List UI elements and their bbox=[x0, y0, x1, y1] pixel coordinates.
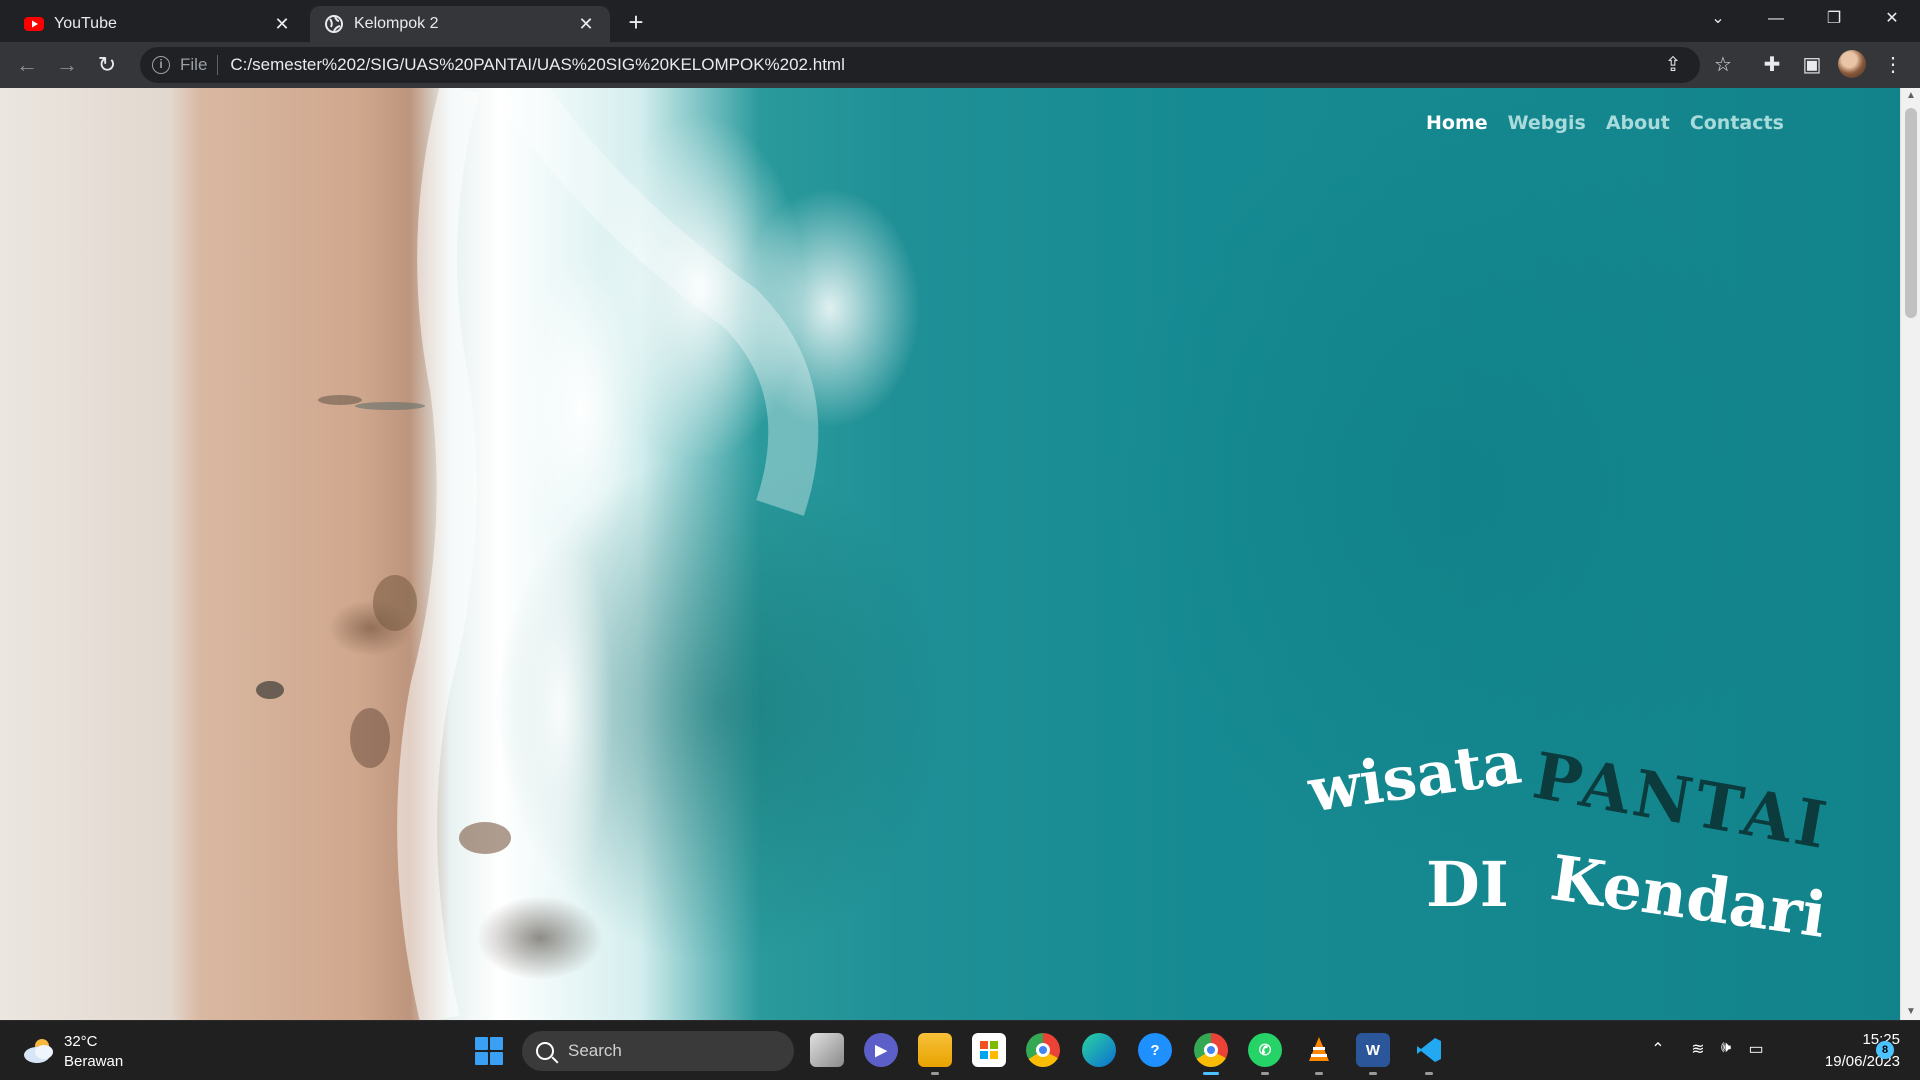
tab-youtube[interactable]: YouTube ✕ bbox=[10, 6, 306, 42]
nav-contacts-link[interactable]: Contacts bbox=[1690, 112, 1784, 134]
vscode-icon[interactable] bbox=[1412, 1033, 1446, 1075]
tab-title: YouTube bbox=[54, 15, 117, 32]
hero-word-di: DI bbox=[1426, 848, 1509, 921]
tab-title: Kelompok 2 bbox=[354, 15, 439, 32]
scroll-down-icon[interactable]: ▼ bbox=[1901, 1004, 1920, 1020]
battery-icon[interactable]: ▭ bbox=[1744, 1039, 1768, 1059]
browser-toolbar: ← → ↻ i File C:/semester%202/SIG/UAS%20P… bbox=[0, 42, 1920, 88]
close-window-icon[interactable]: ✕ bbox=[1870, 4, 1914, 34]
forward-icon[interactable]: → bbox=[52, 50, 82, 80]
whatsapp-icon[interactable]: ✆ bbox=[1248, 1033, 1282, 1075]
file-explorer-icon[interactable] bbox=[918, 1033, 952, 1075]
globe-icon bbox=[324, 14, 344, 34]
nav-home-link[interactable]: Home bbox=[1426, 112, 1488, 134]
back-icon[interactable]: ← bbox=[12, 50, 42, 80]
task-view-icon[interactable] bbox=[810, 1033, 844, 1067]
menu-icon[interactable]: ⋮ bbox=[1878, 50, 1908, 80]
reload-icon[interactable]: ↻ bbox=[92, 50, 122, 80]
url-text[interactable]: C:/semester%202/SIG/UAS%20PANTAI/UAS%20S… bbox=[230, 55, 844, 75]
close-tab-icon[interactable]: ✕ bbox=[272, 14, 292, 34]
browser-tabstrip: YouTube ✕ Kelompok 2 ✕ + ⌄ — ❐ ✕ bbox=[0, 0, 1920, 42]
info-icon[interactable]: i bbox=[152, 56, 170, 74]
help-app-icon[interactable]: ? bbox=[1138, 1033, 1172, 1067]
restore-icon[interactable]: ❐ bbox=[1812, 4, 1856, 34]
volume-icon[interactable]: 🕪 bbox=[1714, 1039, 1738, 1057]
scroll-up-icon[interactable]: ▲ bbox=[1901, 88, 1920, 104]
extensions-icon[interactable]: ✚ bbox=[1757, 50, 1787, 80]
scroll-thumb[interactable] bbox=[1905, 108, 1917, 318]
nav-about-link[interactable]: About bbox=[1606, 112, 1670, 134]
edge-icon[interactable] bbox=[1082, 1033, 1116, 1067]
search-icon bbox=[536, 1042, 554, 1060]
cloudy-weather-icon bbox=[24, 1039, 53, 1063]
site-navigation: Home Webgis About Contacts bbox=[1426, 112, 1784, 134]
address-bar[interactable]: i File C:/semester%202/SIG/UAS%20PANTAI/… bbox=[140, 47, 1700, 83]
word-icon[interactable]: W bbox=[1356, 1033, 1390, 1075]
minimize-icon[interactable]: — bbox=[1754, 4, 1798, 34]
chrome-icon[interactable] bbox=[1026, 1033, 1060, 1067]
new-tab-button[interactable]: + bbox=[622, 8, 650, 36]
chrome-profile-icon[interactable] bbox=[1194, 1033, 1228, 1075]
tab-kelompok-2[interactable]: Kelompok 2 ✕ bbox=[310, 6, 610, 42]
windows-taskbar: 32°C Berawan Search ▶ ? ✆ W ⌃ ≋ 🕪 ▭ 15:2… bbox=[0, 1020, 1920, 1080]
page-hero-background: Home Webgis About Contacts wisata PANTAI… bbox=[0, 88, 1900, 1020]
weather-temperature[interactable]: 32°C bbox=[64, 1033, 98, 1050]
wifi-icon[interactable]: ≋ bbox=[1686, 1039, 1710, 1059]
close-tab-icon[interactable]: ✕ bbox=[576, 14, 596, 34]
nav-webgis-link[interactable]: Webgis bbox=[1508, 112, 1586, 134]
taskbar-search[interactable]: Search bbox=[522, 1031, 794, 1071]
microsoft-store-icon[interactable] bbox=[972, 1033, 1006, 1067]
tab-search-icon[interactable]: ⌄ bbox=[1696, 4, 1740, 34]
teams-chat-icon[interactable]: ▶ bbox=[864, 1033, 898, 1067]
hero-title: wisata PANTAI DI Kendari bbox=[1300, 720, 1880, 960]
share-icon[interactable]: ⇪ bbox=[1658, 47, 1688, 83]
page-scrollbar[interactable]: ▲ ▼ bbox=[1900, 88, 1920, 1020]
windows-start-icon[interactable] bbox=[475, 1037, 503, 1065]
scheme-label: File bbox=[180, 55, 208, 74]
weather-description[interactable]: Berawan bbox=[64, 1053, 123, 1070]
profile-avatar[interactable] bbox=[1838, 50, 1866, 78]
divider bbox=[217, 55, 219, 75]
youtube-icon bbox=[24, 14, 44, 34]
hero-word-wisata: wisata bbox=[1304, 727, 1526, 827]
vlc-icon[interactable] bbox=[1302, 1033, 1336, 1075]
notification-badge[interactable]: 8 bbox=[1876, 1041, 1894, 1059]
show-hidden-icons[interactable]: ⌃ bbox=[1646, 1039, 1670, 1059]
side-panel-icon[interactable]: ▣ bbox=[1797, 50, 1827, 80]
search-placeholder: Search bbox=[568, 1041, 622, 1060]
bookmark-star-icon[interactable]: ☆ bbox=[1708, 50, 1738, 80]
